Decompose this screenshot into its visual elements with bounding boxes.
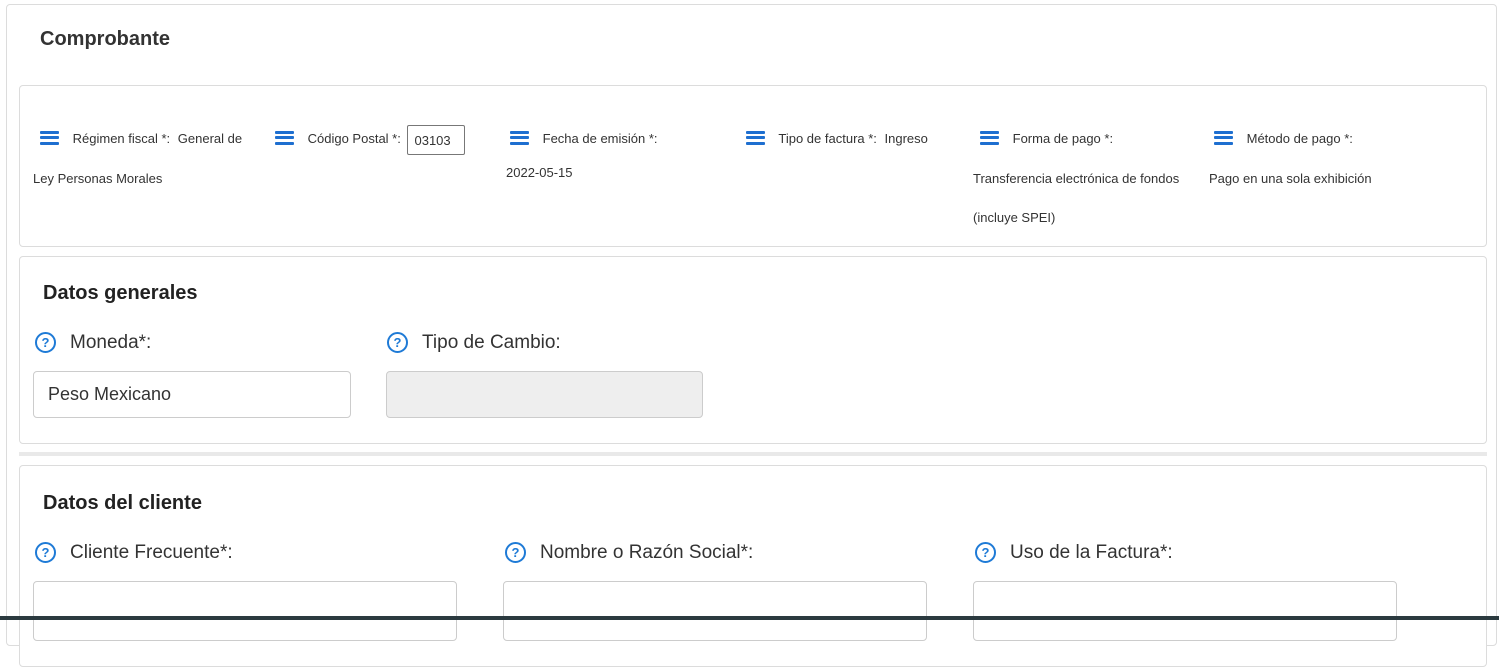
tipo-factura-value: Ingreso	[884, 131, 928, 146]
moneda-select[interactable]: Peso Mexicano	[33, 371, 351, 418]
tipo-cambio-label: Tipo de Cambio:	[422, 332, 561, 353]
moneda-label: Moneda*:	[70, 332, 152, 353]
codigo-postal-input[interactable]: 03103	[407, 124, 466, 155]
fecha-emision-field: Fecha de emisión *:	[510, 120, 658, 158]
fecha-emision-label: Fecha de emisión *:	[542, 131, 658, 146]
uso-factura-select[interactable]	[973, 581, 1397, 641]
bottom-bar	[0, 616, 1499, 620]
uso-factura-label: Uso de la Factura*:	[1010, 542, 1173, 563]
help-icon[interactable]: ?	[975, 542, 996, 563]
forma-pago-field: Forma de pago *:	[980, 120, 1113, 158]
forma-pago-value-1: Transferencia electrónica de fondos	[973, 171, 1180, 186]
list-icon[interactable]	[980, 130, 999, 145]
codigo-postal-field: Código Postal *: 03103	[275, 120, 466, 158]
moneda-label-row: ? Moneda*:	[35, 332, 151, 354]
forma-pago-label: Forma de pago *:	[1012, 131, 1114, 146]
forma-pago-value-2: (incluye SPEI)	[973, 210, 1056, 225]
fecha-emision-value: 2022-05-15	[506, 165, 573, 180]
forma-pago-value-row-2: (incluye SPEI)	[973, 199, 1055, 237]
regimen-fiscal-value-1: General de	[177, 131, 243, 146]
metodo-pago-value: Pago en una sola exhibición	[1209, 171, 1372, 186]
tipo-factura-label: Tipo de factura *:	[778, 131, 877, 146]
cliente-frecuente-select[interactable]	[33, 581, 457, 641]
help-icon[interactable]: ?	[387, 332, 408, 353]
tipo-cambio-label-row: ? Tipo de Cambio:	[387, 332, 561, 354]
nombre-label-row: ? Nombre o Razón Social*:	[505, 542, 753, 564]
tipo-factura-field: Tipo de factura *: Ingreso	[746, 120, 928, 158]
help-icon[interactable]: ?	[505, 542, 526, 563]
fecha-emision-value-row: 2022-05-15	[506, 154, 573, 192]
list-icon[interactable]	[1214, 130, 1233, 145]
regimen-fiscal-value-2: Ley Personas Morales	[33, 171, 163, 186]
list-icon[interactable]	[40, 130, 59, 145]
help-icon[interactable]: ?	[35, 332, 56, 353]
regimen-fiscal-value-2-row: Ley Personas Morales	[33, 160, 162, 198]
tipo-cambio-input	[386, 371, 703, 418]
nombre-label: Nombre o Razón Social*:	[540, 542, 754, 563]
regimen-fiscal-label: Régimen fiscal *:	[72, 131, 171, 146]
help-icon[interactable]: ?	[35, 542, 56, 563]
list-icon[interactable]	[510, 130, 529, 145]
forma-pago-value-row-1: Transferencia electrónica de fondos	[973, 160, 1179, 198]
metodo-pago-value-row: Pago en una sola exhibición	[1209, 160, 1372, 198]
datos-cliente-title: Datos del cliente	[43, 492, 202, 514]
list-icon[interactable]	[746, 130, 765, 145]
metodo-pago-field: Método de pago *:	[1214, 120, 1353, 158]
list-icon[interactable]	[275, 130, 294, 145]
uso-factura-label-row: ? Uso de la Factura*:	[975, 542, 1173, 564]
cliente-frecuente-label: Cliente Frecuente*:	[70, 542, 233, 563]
codigo-postal-label: Código Postal *:	[307, 131, 401, 146]
cliente-frecuente-label-row: ? Cliente Frecuente*:	[35, 542, 233, 564]
regimen-fiscal-field: Régimen fiscal *: General de	[40, 120, 242, 158]
section-divider	[19, 452, 1487, 456]
metodo-pago-label: Método de pago *:	[1246, 131, 1353, 146]
nombre-input[interactable]	[503, 581, 927, 641]
datos-generales-title: Datos generales	[43, 282, 198, 304]
comprobante-title: Comprobante	[40, 28, 170, 50]
